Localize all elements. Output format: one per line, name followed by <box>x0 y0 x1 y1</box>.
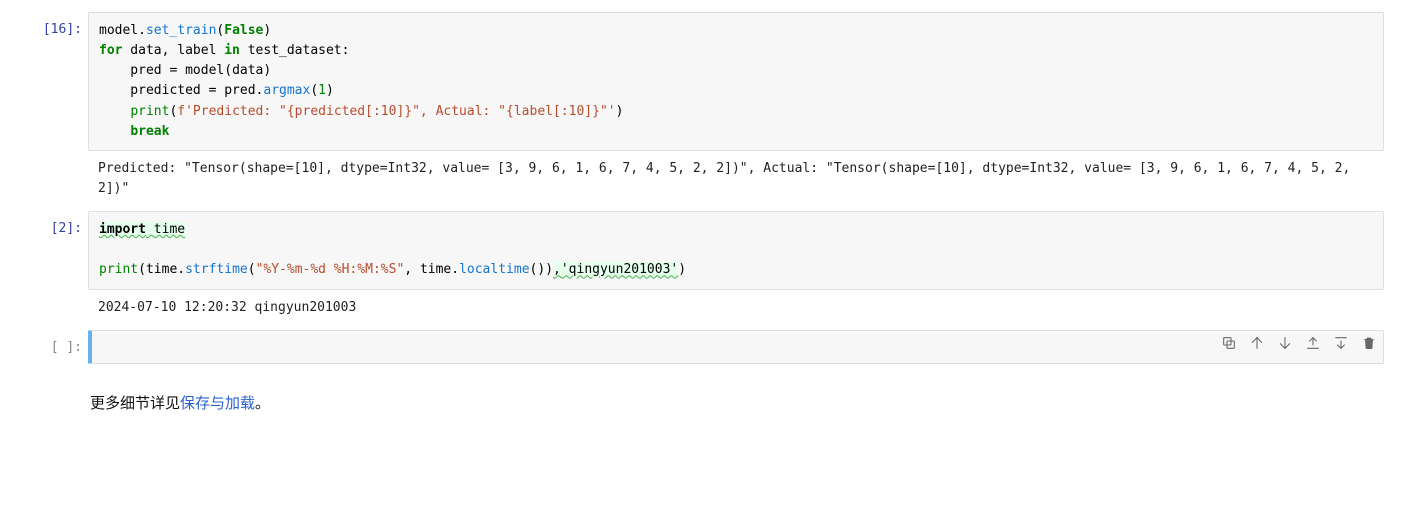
code-bool: False <box>224 23 263 38</box>
cell-2: [2]: import time print(time.strftime("%Y… <box>20 211 1384 326</box>
code-input-16[interactable]: model.set_train(False) for data, label i… <box>88 12 1384 151</box>
code-keyword: for <box>99 43 122 58</box>
copy-icon[interactable] <box>1221 335 1237 351</box>
code-token: model <box>99 23 138 38</box>
prompt-empty: [ ]: <box>20 330 88 358</box>
insert-below-icon[interactable] <box>1333 335 1349 351</box>
cell-16-area: model.set_train(False) for data, label i… <box>88 12 1384 207</box>
notebook: [16]: model.set_train(False) for data, l… <box>0 0 1404 483</box>
markdown-text: 更多细节详见 <box>90 395 180 412</box>
prompt-markdown <box>20 368 88 376</box>
code-input-2[interactable]: import time print(time.strftime("%Y-%m-%… <box>88 211 1384 289</box>
output-2: 2024-07-10 12:20:32 qingyun201003 <box>88 290 1384 326</box>
cell-empty: [ ]: <box>20 330 1384 364</box>
code-builtin: print <box>130 104 169 119</box>
code-method: set_train <box>146 23 216 38</box>
code-input-empty[interactable] <box>88 330 1384 364</box>
prompt-2: [2]: <box>20 211 88 239</box>
code-builtin: print <box>99 262 138 277</box>
output-16: Predicted: "Tensor(shape=[10], dtype=Int… <box>88 151 1384 207</box>
markdown-cell: 更多细节详见保存与加载。 <box>20 368 1384 419</box>
arrow-down-icon[interactable] <box>1277 335 1293 351</box>
insert-above-icon[interactable] <box>1305 335 1321 351</box>
markdown-text-suffix: 。 <box>255 395 270 412</box>
markdown-content: 更多细节详见保存与加载。 <box>88 368 1384 419</box>
code-string-inserted: 'qingyun201003' <box>561 262 678 277</box>
cell-empty-area <box>88 330 1384 364</box>
code-keyword: import <box>99 222 146 237</box>
prompt-16: [16]: <box>20 12 88 40</box>
markdown-link[interactable]: 保存与加载 <box>180 395 255 412</box>
trash-icon[interactable] <box>1361 335 1377 351</box>
cell-2-area: import time print(time.strftime("%Y-%m-%… <box>88 211 1384 326</box>
arrow-up-icon[interactable] <box>1249 335 1265 351</box>
cell-16: [16]: model.set_train(False) for data, l… <box>20 12 1384 207</box>
cell-toolbar <box>1221 335 1377 351</box>
